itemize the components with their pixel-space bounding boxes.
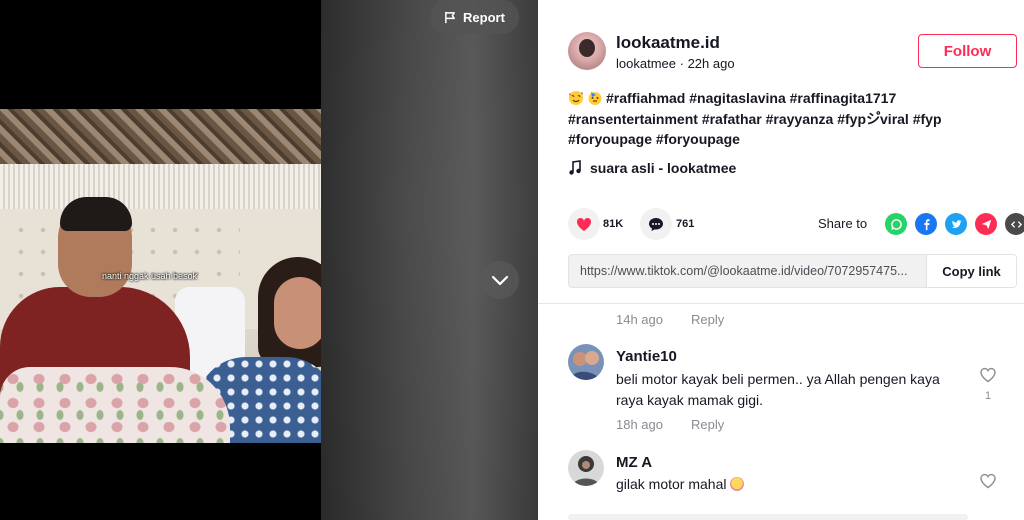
twitter-glyph-icon bbox=[951, 219, 962, 228]
whatsapp-share-icon[interactable] bbox=[885, 213, 907, 235]
comment-meta: 14h ago Reply bbox=[616, 312, 724, 327]
paper-plane-icon bbox=[981, 219, 991, 229]
comment-author[interactable]: Yantie10 bbox=[616, 348, 677, 365]
facebook-share-icon[interactable] bbox=[915, 213, 937, 235]
reply-button[interactable]: Reply bbox=[691, 312, 724, 327]
share-label: Share to bbox=[818, 216, 868, 231]
facebook-glyph-icon bbox=[923, 218, 930, 230]
video-link-url[interactable]: https://www.tiktok.com/@lookaatme.id/vid… bbox=[580, 264, 925, 278]
avatar-photo-icon bbox=[568, 450, 604, 486]
comment-like-button[interactable] bbox=[979, 472, 997, 490]
comment-text: beli motor kayak beli permen.. ya Allah … bbox=[616, 371, 940, 408]
comment-count: 761 bbox=[676, 218, 695, 230]
music-link[interactable]: suara asli - lookatmee bbox=[568, 160, 736, 176]
follow-button[interactable]: Follow bbox=[918, 34, 1017, 68]
smiling-hearts-emoji-icon bbox=[568, 90, 585, 106]
author-handle[interactable]: lookatmee bbox=[616, 56, 676, 71]
like-count: 81K bbox=[603, 218, 624, 230]
heart-outline-icon bbox=[980, 367, 996, 383]
comment-time: 14h ago bbox=[616, 312, 663, 327]
twitter-share-icon[interactable] bbox=[945, 213, 967, 235]
comment-text-row: gilak motor mahal bbox=[616, 474, 966, 495]
scene-blanket bbox=[0, 367, 230, 443]
tiktok-video-page: nanti nggak usah besok Report lookaatme.… bbox=[0, 0, 1024, 520]
comment-time: 18h ago bbox=[616, 417, 663, 432]
copy-link-button[interactable]: Copy link bbox=[926, 255, 1016, 287]
description-hashtags-2[interactable]: #ransentertainment #rafathar #rayyanza #… bbox=[568, 109, 998, 130]
video-caption: nanti nggak usah besok bbox=[102, 271, 198, 281]
scene-carpet bbox=[0, 109, 321, 164]
report-label: Report bbox=[463, 9, 505, 25]
video-frame-image: nanti nggak usah besok bbox=[0, 109, 321, 443]
author-name[interactable]: lookaatme.id bbox=[616, 33, 720, 53]
party-face-emoji-icon bbox=[587, 90, 604, 106]
video-description: #raffiahmad #nagitaslavina #raffinagita1… bbox=[568, 88, 998, 150]
chevron-down-icon bbox=[491, 275, 509, 286]
author-meta: lookatmee · 22h ago bbox=[616, 56, 735, 71]
scene-fringe bbox=[0, 164, 321, 209]
details-panel: lookaatme.id lookatmee · 22h ago Follow … bbox=[538, 0, 1024, 520]
video-player[interactable]: nanti nggak usah besok bbox=[0, 0, 321, 520]
author-avatar[interactable] bbox=[568, 32, 606, 70]
comment-like-button[interactable] bbox=[979, 366, 997, 384]
meta-separator: · bbox=[679, 56, 688, 71]
blurred-background-band bbox=[321, 0, 538, 520]
music-note-icon bbox=[569, 160, 581, 175]
comment-avatar[interactable] bbox=[568, 450, 604, 486]
crying-face-emoji-icon bbox=[730, 477, 745, 491]
code-embed-icon bbox=[1010, 220, 1022, 228]
heart-icon bbox=[576, 217, 592, 231]
embed-share-icon[interactable] bbox=[1005, 213, 1024, 235]
next-video-button[interactable] bbox=[481, 261, 519, 299]
video-link-box: https://www.tiktok.com/@lookaatme.id/vid… bbox=[568, 254, 1017, 288]
comment-avatar[interactable] bbox=[568, 344, 604, 380]
flag-icon bbox=[445, 11, 456, 23]
whatsapp-glyph-icon bbox=[890, 218, 902, 230]
video-stage: nanti nggak usah besok Report bbox=[0, 0, 538, 520]
comment-author[interactable]: MZ A bbox=[616, 454, 652, 471]
comment-bubble-icon bbox=[649, 217, 663, 231]
post-time: 22h ago bbox=[687, 56, 735, 71]
description-hashtags-1[interactable]: #raffiahmad #nagitaslavina #raffinagita1… bbox=[606, 90, 896, 106]
scene-person-left-hair bbox=[60, 197, 132, 231]
comment-input-bar[interactable] bbox=[568, 514, 968, 520]
reply-button[interactable]: Reply bbox=[691, 417, 724, 432]
scene-person-right-face bbox=[274, 277, 321, 349]
comment-button[interactable] bbox=[640, 208, 672, 240]
comment-like-count: 1 bbox=[984, 390, 992, 402]
comment-meta: 18h ago Reply bbox=[616, 417, 724, 432]
action-bar: 81K 761 Share to bbox=[568, 208, 1024, 240]
report-button[interactable]: Report bbox=[430, 0, 519, 34]
music-title: suara asli - lookatmee bbox=[590, 160, 737, 176]
description-line-1: #raffiahmad #nagitaslavina #raffinagita1… bbox=[568, 88, 998, 109]
like-button[interactable] bbox=[568, 208, 600, 240]
comment-list: 14h ago Reply Yantie10 beli motor kayak b… bbox=[538, 304, 1024, 520]
send-share-icon[interactable] bbox=[975, 213, 997, 235]
comment-text: gilak motor mahal bbox=[616, 476, 727, 492]
avatar-photo-icon bbox=[568, 344, 604, 380]
heart-outline-icon bbox=[980, 473, 996, 489]
description-hashtags-3[interactable]: #foryoupage #foryoupage bbox=[568, 129, 998, 150]
